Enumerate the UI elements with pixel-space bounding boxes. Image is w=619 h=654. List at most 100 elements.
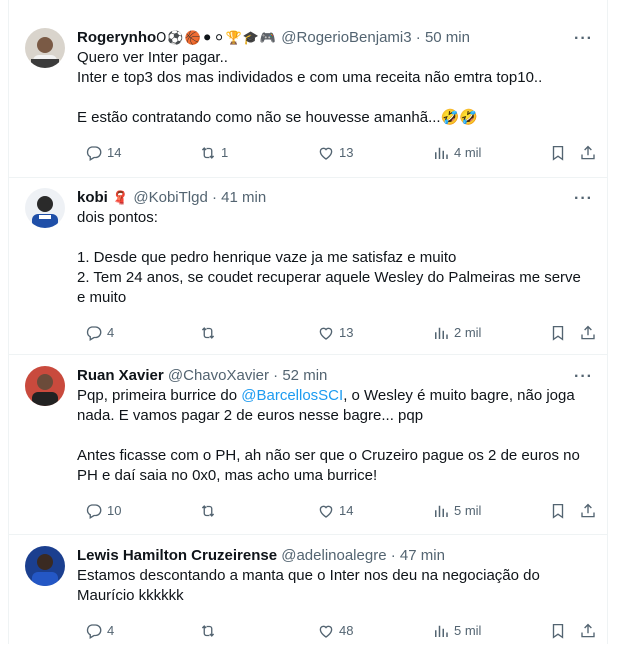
avatar[interactable] <box>25 28 65 68</box>
views-button[interactable]: 5 mil <box>432 501 481 521</box>
like-button[interactable]: 48 <box>317 621 353 641</box>
handle[interactable]: @ChavoXavier <box>168 367 269 384</box>
more-icon[interactable]: ··· <box>574 368 593 386</box>
retweet-button[interactable] <box>199 501 217 521</box>
tweet-line: Inter e top3 dos mas individados e com u… <box>77 69 543 86</box>
share-button[interactable] <box>579 621 597 641</box>
reply-icon <box>85 502 103 520</box>
share-icon <box>579 324 597 342</box>
tweet-actions: 14 1 13 4 mil <box>77 143 595 163</box>
reply-icon <box>85 622 103 640</box>
like-button[interactable]: 13 <box>317 323 353 343</box>
name-badges: 🧣 <box>112 191 130 206</box>
share-button[interactable] <box>579 323 597 343</box>
share-button[interactable] <box>579 143 597 163</box>
more-icon[interactable]: ··· <box>574 30 593 48</box>
tweet-line: e muito <box>77 289 127 306</box>
timestamp[interactable]: 47 min <box>400 547 445 564</box>
tweet-actions: 4 48 5 mil <box>77 621 595 641</box>
tweet-line: PH e daí saia no 0x0, mas acho uma burri… <box>77 467 378 484</box>
retweet-icon <box>199 324 217 342</box>
tweet[interactable]: kobi 🧣 @KobiTlgd · 41 min ··· dois ponto… <box>9 177 607 355</box>
more-icon[interactable]: ··· <box>574 190 593 208</box>
timestamp[interactable]: 50 min <box>425 29 470 46</box>
display-name[interactable]: Rogerynho <box>77 29 156 46</box>
like-icon <box>317 324 335 342</box>
like-icon <box>317 622 335 640</box>
tweet[interactable]: Ruan Xavier @ChavoXavier · 52 min ··· Pq… <box>9 354 607 535</box>
bookmark-icon <box>549 324 567 342</box>
tweet-line: E estão contratando como não se houvesse… <box>77 109 478 126</box>
reply-button[interactable]: 4 <box>85 323 114 343</box>
views-count: 2 mil <box>454 325 482 340</box>
tweet[interactable]: Lewis Hamilton Cruzeirense @adelinoalegr… <box>9 534 607 654</box>
retweet-button[interactable]: 1 <box>199 143 228 163</box>
views-icon <box>432 144 450 162</box>
name-badges: O⚽🏀⚫⚪🏆🎓🎮 <box>156 31 278 46</box>
bookmark-button[interactable] <box>549 323 567 343</box>
share-icon <box>579 502 597 520</box>
share-icon <box>579 144 597 162</box>
bookmark-icon <box>549 622 567 640</box>
avatar[interactable] <box>25 546 65 586</box>
display-name[interactable]: kobi <box>77 189 108 206</box>
like-button[interactable]: 14 <box>317 501 353 521</box>
avatar[interactable] <box>25 366 65 406</box>
tweet-header: Lewis Hamilton Cruzeirense @adelinoalegr… <box>77 547 445 564</box>
reply-icon <box>85 324 103 342</box>
views-icon <box>432 502 450 520</box>
like-icon <box>317 502 335 520</box>
timestamp[interactable]: 52 min <box>282 367 327 384</box>
bookmark-button[interactable] <box>549 501 567 521</box>
like-icon <box>317 144 335 162</box>
reply-button[interactable]: 4 <box>85 621 114 641</box>
handle[interactable]: @RogerioBenjami3 <box>281 29 411 46</box>
views-icon <box>432 622 450 640</box>
timeline: RogerynhoO⚽🏀⚫⚪🏆🎓🎮 @RogerioBenjami3 · 50 … <box>8 0 608 644</box>
retweet-icon <box>199 144 217 162</box>
tweet[interactable]: RogerynhoO⚽🏀⚫⚪🏆🎓🎮 @RogerioBenjami3 · 50 … <box>9 0 607 178</box>
retweet-icon <box>199 622 217 640</box>
reply-count: 10 <box>107 503 122 518</box>
bookmark-button[interactable] <box>549 621 567 641</box>
tweet-line: Antes ficasse com o PH, ah não ser que o… <box>77 447 580 464</box>
tweet-text: dois pontos: 1. Desde que pedro henrique… <box>77 208 597 308</box>
like-button[interactable]: 13 <box>317 143 353 163</box>
mention-link[interactable]: @BarcellosSCI <box>241 387 343 404</box>
views-button[interactable]: 5 mil <box>432 621 481 641</box>
like-count: 13 <box>339 325 354 340</box>
like-count: 13 <box>339 145 354 160</box>
tweet-line: nada. E vamos pagar 2 de euros nesse bag… <box>77 407 424 424</box>
views-button[interactable]: 2 mil <box>432 323 481 343</box>
retweet-icon <box>199 502 217 520</box>
handle[interactable]: @KobiTlgd <box>133 189 207 206</box>
reply-count: 4 <box>107 325 115 340</box>
views-count: 4 mil <box>454 145 482 160</box>
retweet-button[interactable] <box>199 621 217 641</box>
display-name[interactable]: Ruan Xavier <box>77 367 164 384</box>
tweet-text: Quero ver Inter pagar.. Inter e top3 dos… <box>77 48 597 128</box>
tweet-line: 2. Tem 24 anos, se coudet recuperar aque… <box>77 269 581 286</box>
timestamp[interactable]: 41 min <box>221 189 266 206</box>
tweet-line: Pqp, primeira burrice do @BarcellosSCI, … <box>77 386 597 406</box>
bookmark-icon <box>549 502 567 520</box>
handle[interactable]: @adelinoalegre <box>281 547 386 564</box>
tweet-header: Ruan Xavier @ChavoXavier · 52 min <box>77 367 328 384</box>
retweet-button[interactable] <box>199 323 217 343</box>
reply-button[interactable]: 14 <box>85 143 121 163</box>
tweet-header: kobi 🧣 @KobiTlgd · 41 min <box>77 189 267 206</box>
tweet-actions: 4 13 2 mil <box>77 323 595 343</box>
bookmark-button[interactable] <box>549 143 567 163</box>
like-count: 14 <box>339 503 354 518</box>
share-icon <box>579 622 597 640</box>
tweet-header: RogerynhoO⚽🏀⚫⚪🏆🎓🎮 @RogerioBenjami3 · 50 … <box>77 29 470 46</box>
reply-button[interactable]: 10 <box>85 501 121 521</box>
tweet-line: Estamos descontando a manta que o Inter … <box>77 567 540 584</box>
tweet-actions: 10 14 5 mil <box>77 501 595 521</box>
share-button[interactable] <box>579 501 597 521</box>
tweet-line: Maurício kkkkkk <box>77 587 184 604</box>
views-button[interactable]: 4 mil <box>432 143 481 163</box>
reply-count: 14 <box>107 145 122 160</box>
display-name[interactable]: Lewis Hamilton Cruzeirense <box>77 547 277 564</box>
avatar[interactable] <box>25 188 65 228</box>
